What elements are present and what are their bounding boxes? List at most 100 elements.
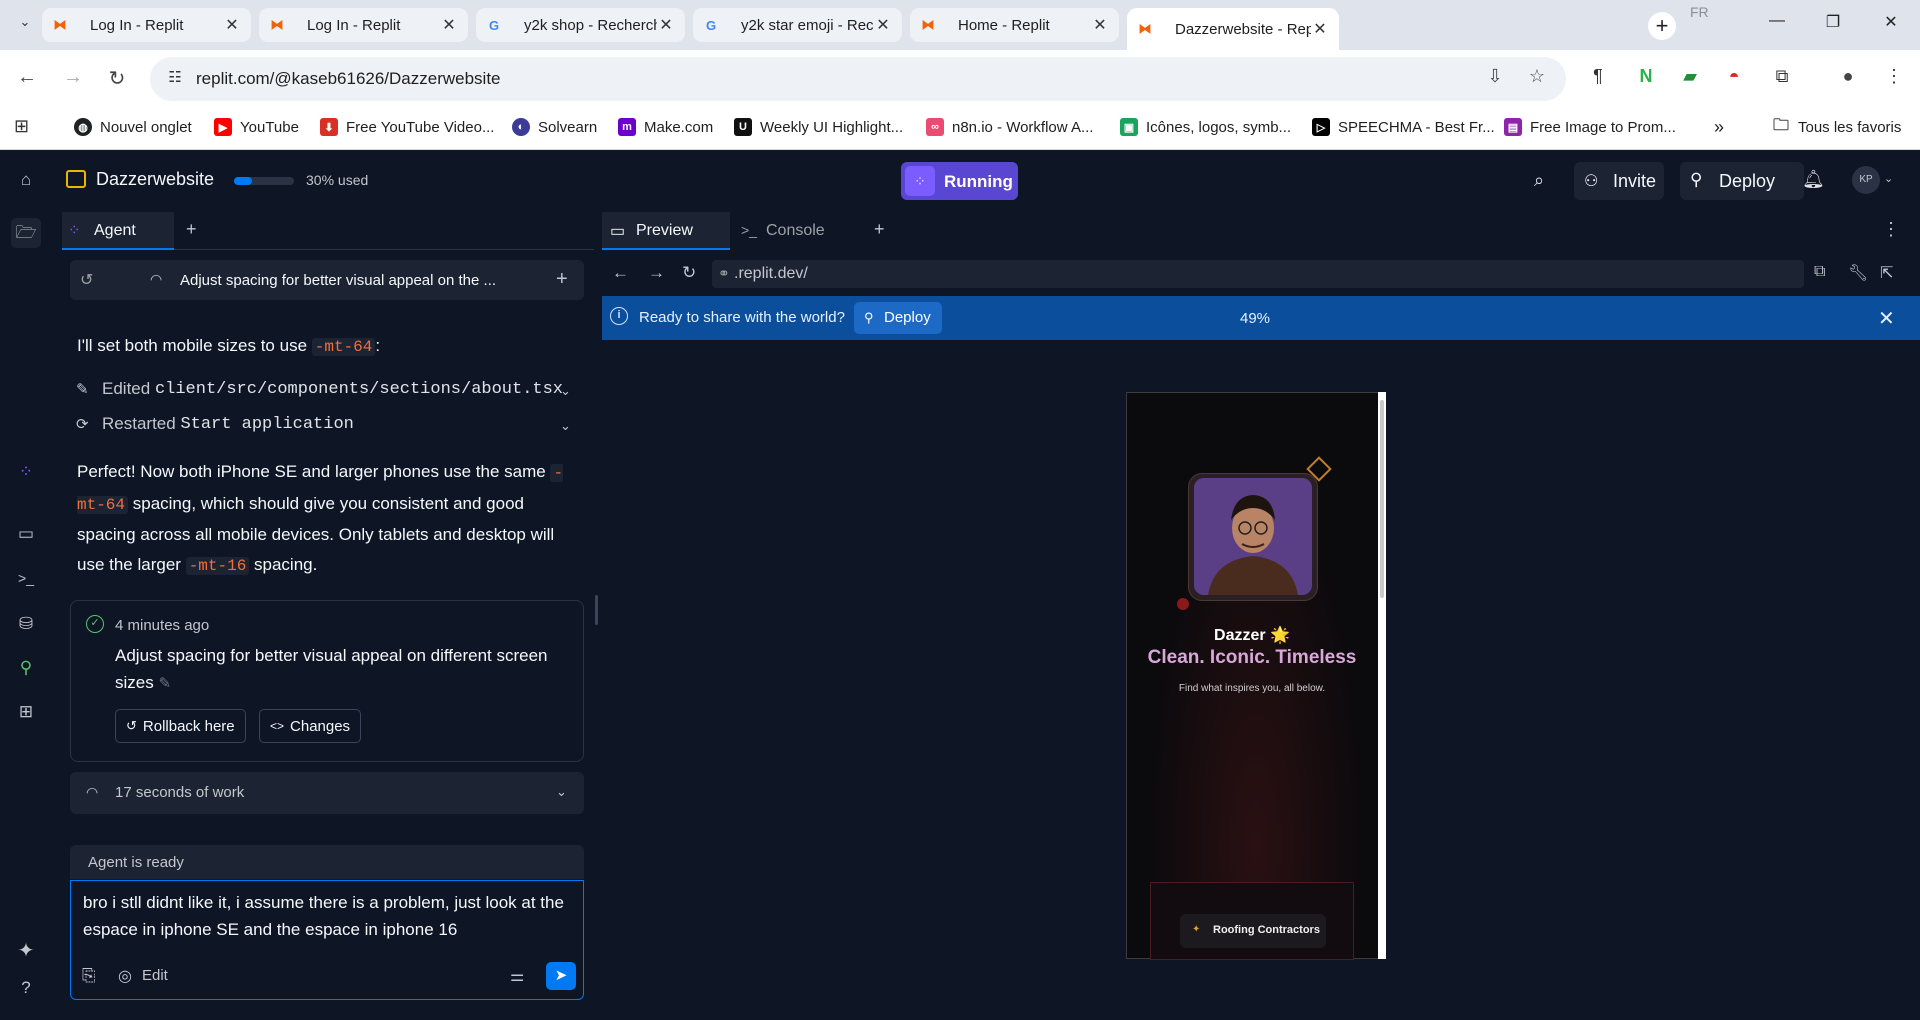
extension-n-icon[interactable]: N [1632, 66, 1660, 94]
extension-pokeball-icon[interactable]: ◓ [1720, 66, 1748, 94]
bookmark-item[interactable]: ⬇ Free YouTube Video... [320, 114, 494, 140]
bookmark-item[interactable]: ▷ SPEECHMA - Best Fr... [1312, 114, 1495, 140]
extension-text-icon[interactable]: ¶ [1584, 66, 1612, 94]
chevron-down-icon[interactable]: ⌄ [556, 784, 567, 800]
pencil-icon[interactable]: ✎ [158, 675, 171, 692]
devtools-wrench-icon[interactable]: 🔧︎ [1848, 263, 1868, 283]
back-arrow-icon[interactable]: ← [14, 66, 40, 92]
close-icon[interactable]: ✕ [223, 15, 241, 35]
new-tab-button[interactable]: + [1648, 12, 1676, 40]
replit-icon: ⧓ [921, 17, 935, 32]
settings-sliders-icon[interactable]: ⚌ [510, 966, 524, 986]
bookmark-item[interactable]: m Make.com [618, 114, 713, 140]
chat-title[interactable]: Adjust spacing for better visual appeal … [180, 272, 510, 289]
project-name[interactable]: Dazzerwebsite [96, 169, 214, 190]
address-bar-url[interactable]: replit.com/@kaseb61626/Dazzerwebsite [196, 69, 501, 89]
install-app-icon[interactable]: ⇩ [1482, 66, 1508, 92]
bookmark-item[interactable]: U Weekly UI Highlight... [734, 114, 903, 140]
bookmark-item[interactable]: ▶ YouTube [214, 114, 299, 140]
apps-grid-icon[interactable]: ⊞ [14, 116, 29, 137]
speechma-icon: ▷ [1312, 118, 1330, 136]
help-icon[interactable]: ? [14, 978, 38, 1002]
close-icon[interactable]: ✕ [1311, 19, 1329, 39]
target-icon[interactable]: ◎ [118, 966, 132, 986]
devices-icon[interactable]: ⧉ [1814, 263, 1825, 281]
close-icon[interactable]: ✕ [1878, 306, 1895, 331]
browser-tab[interactable]: ⧓ Home - Replit ✕ [910, 8, 1119, 42]
bookmark-item[interactable]: ∞ n8n.io - Workflow A... [926, 114, 1093, 140]
bookmark-item[interactable]: ▤ Free Image to Prom... [1504, 114, 1676, 140]
rollback-button[interactable]: ↺ Rollback here [115, 709, 246, 743]
bookmark-item[interactable]: ◍ Nouvel onglet [74, 114, 192, 140]
browser-tab[interactable]: G y2k star emoji - Recherche Google ✕ [693, 8, 902, 42]
chevron-down-icon[interactable]: ⌄ [1884, 172, 1893, 185]
reload-icon[interactable]: ↻ [682, 263, 696, 283]
profile-avatar-icon[interactable]: ● [1834, 66, 1862, 94]
reload-icon[interactable]: ↻ [104, 66, 130, 92]
minimize-icon[interactable]: — [1762, 12, 1792, 36]
agent-icon[interactable]: ⁘ [14, 462, 38, 486]
avatar[interactable]: KP [1852, 166, 1880, 194]
close-icon[interactable]: ✕ [440, 15, 458, 35]
files-icon[interactable]: 🗁 [11, 218, 41, 248]
tab-console[interactable]: Console [766, 222, 825, 240]
browser-menu-icon[interactable]: ⋮ [1880, 66, 1908, 94]
chevron-down-icon[interactable]: ⌄ [560, 383, 571, 399]
more-options-icon[interactable]: ⋮ [1882, 219, 1900, 240]
deploy-rail-icon[interactable]: ⚲ [14, 658, 38, 682]
bookmark-item[interactable]: ▣ Icônes, logos, symb... [1120, 114, 1291, 140]
banner-text: Ready to share with the world? [639, 309, 845, 326]
edit-mode-label[interactable]: Edit [142, 967, 168, 984]
add-tab-icon[interactable]: + [874, 219, 885, 240]
home-icon[interactable]: ⌂ [14, 170, 38, 194]
shell-icon[interactable]: >_ [14, 570, 38, 594]
bookmarks-overflow-button[interactable]: » [1714, 114, 1724, 140]
history-icon[interactable]: ↺ [80, 270, 93, 290]
webview-icon[interactable]: ▭ [14, 524, 38, 548]
preview-url-bar[interactable] [712, 260, 1804, 288]
browser-tab[interactable]: G y2k shop - Recherche Google ✕ [476, 8, 685, 42]
action-edited[interactable]: ✎ Edited client/src/components/sections/a… [76, 379, 563, 399]
back-arrow-icon[interactable]: ← [612, 263, 629, 283]
inline-code: -mt-64 [311, 338, 376, 356]
bookmark-star-icon[interactable]: ☆ [1524, 66, 1550, 92]
bookmark-item[interactable]: ◐ Solvearn [512, 114, 597, 140]
notifications-bell-icon[interactable]: 🔔︎ [1802, 169, 1825, 190]
chevron-down-icon[interactable]: ⌄ [560, 418, 571, 434]
tools-grid-icon[interactable]: ⊞ [14, 702, 38, 726]
new-chat-icon[interactable]: + [556, 268, 568, 291]
close-icon[interactable]: ✕ [657, 15, 675, 35]
pane-resize-handle[interactable] [595, 595, 598, 625]
forward-arrow-icon[interactable]: → [648, 263, 665, 283]
tab-search-chevron-icon[interactable]: ⌄ [14, 14, 36, 36]
search-icon[interactable]: ⌕ [1534, 170, 1544, 191]
window-close-icon[interactable]: ✕ [1876, 12, 1906, 36]
extensions-puzzle-icon[interactable]: ⧉ [1768, 66, 1796, 94]
replit-icon: ⧓ [53, 17, 67, 32]
forward-arrow-icon[interactable]: → [60, 66, 86, 92]
site-info-icon[interactable]: ☷ [164, 68, 186, 90]
add-tab-icon[interactable]: + [186, 219, 197, 240]
all-bookmarks-folder[interactable]: 🗀 Tous les favoris [1772, 114, 1901, 140]
attach-paperclip-icon[interactable]: ⎘ [82, 966, 96, 986]
changes-button[interactable]: <> Changes [259, 709, 362, 743]
scrollbar-thumb[interactable] [1380, 400, 1384, 598]
browser-tab[interactable]: ⧓ Log In - Replit ✕ [42, 8, 251, 42]
rollback-icon: ↺ [126, 718, 137, 733]
database-icon[interactable]: ⛁ [14, 614, 38, 638]
close-icon[interactable]: ✕ [1091, 15, 1109, 35]
preview-url[interactable]: .replit.dev/ [734, 265, 808, 283]
extension-chat-icon[interactable]: ▰ [1676, 66, 1704, 94]
send-button[interactable]: ➤ [546, 962, 576, 990]
profile-hint: FR [1690, 4, 1709, 20]
agent-message: I'll set both mobile sizes to use -mt-64… [77, 336, 381, 356]
browser-tab[interactable]: ⧓ Log In - Replit ✕ [259, 8, 468, 42]
browser-tab-active[interactable]: ⧓ Dazzerwebsite - Replit ✕ [1127, 8, 1339, 50]
chat-input-text[interactable]: bro i stll didnt like it, i assume there… [83, 889, 573, 943]
restore-icon[interactable]: ❐ [1818, 12, 1848, 36]
console-icon[interactable]: >_ [741, 222, 757, 238]
open-external-icon[interactable]: ⇱ [1880, 263, 1893, 283]
action-restarted[interactable]: ⟳ Restarted Start application [76, 414, 354, 434]
sparkle-icon[interactable]: ✦ [14, 938, 38, 962]
close-icon[interactable]: ✕ [874, 15, 892, 35]
